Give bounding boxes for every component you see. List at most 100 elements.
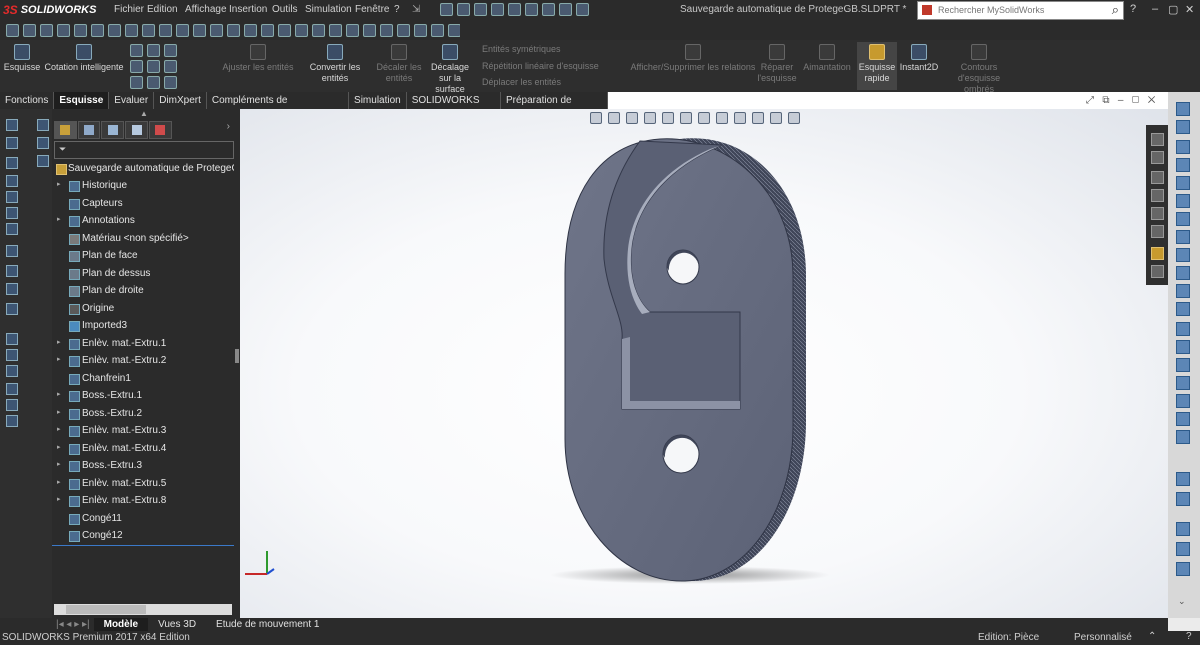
tree-item[interactable]: ▸ Enlèv. mat.-Extru.4 — [52, 441, 234, 458]
mirror-tool-icon[interactable] — [159, 24, 172, 37]
expand-arrow-icon[interactable]: ▸ — [57, 460, 61, 468]
search-icon[interactable]: ⌕ — [1112, 2, 1119, 18]
view-settings-icon[interactable] — [770, 112, 782, 124]
right-relations-icon[interactable] — [1176, 542, 1190, 556]
offset-entities-button[interactable]: Décaler les entités — [376, 42, 422, 84]
dynamic-annotation-icon[interactable] — [662, 112, 674, 124]
expand-arrow-icon[interactable]: ▸ — [57, 425, 61, 433]
rotate-entities-icon[interactable] — [346, 24, 359, 37]
tree-item[interactable]: ▸ Enlèv. mat.-Extru.8 — [52, 493, 234, 510]
assembly-strip-icon[interactable] — [6, 245, 18, 257]
tab-dimxpert[interactable]: DimXpert — [154, 92, 207, 109]
text-tool-icon[interactable] — [244, 24, 257, 37]
right-arc-icon[interactable] — [1176, 194, 1190, 208]
tab-dimxpert-manager[interactable] — [125, 121, 148, 139]
save-icon[interactable] — [474, 3, 487, 16]
tree-item[interactable]: Plan de droite — [52, 283, 234, 300]
convert-entities-button[interactable]: Convertir les entités — [296, 42, 374, 84]
tab-complements[interactable]: Compléments de SOLIDWORKS — [207, 92, 350, 123]
config-strip-icon[interactable] — [37, 155, 49, 167]
menu-fichier[interactable]: Fichier — [114, 4, 144, 15]
tab-evaluer[interactable]: Evaluer — [109, 92, 155, 109]
pattern-strip-icon[interactable] — [6, 207, 18, 219]
tree-item[interactable]: ▸ Boss.-Extru.3 — [52, 458, 234, 475]
right-slot-icon[interactable] — [1176, 158, 1190, 172]
right-line-icon[interactable] — [1176, 120, 1190, 134]
smart-dimension-button[interactable]: Cotation intelligente — [44, 42, 124, 73]
line-icon[interactable] — [130, 44, 143, 57]
tab-modele[interactable]: Modèle — [93, 618, 149, 631]
viewport-close-icon[interactable]: ✕ — [1148, 95, 1156, 106]
open-icon[interactable] — [457, 3, 470, 16]
sketch-strip-icon[interactable] — [6, 119, 18, 131]
tab-display-manager[interactable] — [148, 121, 172, 139]
scale-entities-icon[interactable] — [363, 24, 376, 37]
tabs-expand-icon[interactable]: › — [227, 121, 230, 139]
appearances-icon[interactable] — [1151, 225, 1164, 238]
shell-strip-icon[interactable] — [6, 191, 18, 203]
restore-button[interactable]: ▢ — [1168, 3, 1178, 16]
extrude-strip-icon[interactable] — [6, 175, 18, 187]
tree-item[interactable]: Capteurs — [52, 196, 234, 213]
tree-item[interactable]: Congé11 — [52, 511, 234, 528]
circle-tool-icon[interactable] — [74, 24, 87, 37]
apply-scene-icon[interactable] — [752, 112, 764, 124]
right-dimension-icon[interactable] — [1176, 522, 1190, 536]
graphics-area[interactable] — [240, 109, 1170, 618]
splitter-handle[interactable] — [235, 349, 239, 363]
expand-arrow-icon[interactable]: ▸ — [57, 338, 61, 346]
smart-dimension-icon[interactable] — [23, 24, 36, 37]
minimize-button[interactable]: – — [1152, 3, 1158, 15]
menu-edition[interactable]: Edition — [147, 4, 178, 15]
rebuild-icon[interactable] — [542, 3, 555, 16]
offset-tool-icon[interactable] — [193, 24, 206, 37]
right-polygon-icon[interactable] — [1176, 212, 1190, 226]
right-centerline-icon[interactable] — [1176, 340, 1190, 354]
dimension-strip-icon[interactable] — [6, 365, 18, 377]
line-strip-icon[interactable] — [6, 349, 18, 361]
expand-arrow-icon[interactable]: ▸ — [57, 215, 61, 223]
tree-item[interactable]: ▸ Enlèv. mat.-Extru.3 — [52, 423, 234, 440]
right-spline-icon[interactable] — [1176, 230, 1190, 244]
line-tool-icon[interactable] — [40, 24, 53, 37]
close-button[interactable]: ✕ — [1185, 3, 1194, 16]
measure-strip-icon[interactable] — [6, 283, 18, 295]
zoom-to-fit-icon[interactable] — [590, 112, 602, 124]
file-properties-icon[interactable] — [559, 3, 572, 16]
right-circle-icon[interactable] — [1176, 176, 1190, 190]
right-fillet-icon[interactable] — [1176, 266, 1190, 280]
display-pane-icon[interactable] — [788, 112, 800, 124]
tree-item[interactable]: ▸ Enlèv. mat.-Extru.2 — [52, 353, 234, 370]
units-dropdown[interactable]: Personnalisé — [1074, 632, 1132, 643]
sketch-tool-icon[interactable] — [6, 24, 19, 37]
print-icon[interactable] — [491, 3, 504, 16]
display-style-icon[interactable] — [698, 112, 710, 124]
tile-icon[interactable]: ⧉ — [1102, 95, 1109, 106]
panel-collapse-handle[interactable]: ▲ — [140, 109, 148, 118]
trim-entities-button[interactable]: Ajuster les entités — [222, 42, 294, 73]
right-trim-icon[interactable] — [1176, 376, 1190, 390]
tab-configuration-manager[interactable] — [101, 121, 125, 139]
tree-item[interactable]: Imported3 — [52, 318, 234, 335]
mate-strip-icon[interactable] — [6, 265, 18, 277]
right-text-icon[interactable] — [1176, 302, 1190, 316]
pin-icon[interactable]: ⇲ — [412, 4, 420, 15]
tree-filter-input[interactable]: ⏷ — [54, 141, 234, 159]
view-orientation-icon[interactable] — [680, 112, 692, 124]
custom-properties-icon[interactable] — [1151, 247, 1164, 260]
units-dropdown-chevron-icon[interactable]: ⌃ — [1148, 631, 1156, 642]
repair-icon[interactable] — [295, 24, 308, 37]
circle-icon[interactable] — [147, 44, 160, 57]
copy-entities-icon[interactable] — [380, 24, 393, 37]
viewport-minimize-icon[interactable]: – — [1118, 95, 1124, 106]
tree-item[interactable]: ▸ Enlèv. mat.-Extru.5 — [52, 476, 234, 493]
offset-on-surface-button[interactable]: Décalage sur la surface — [424, 42, 476, 95]
rapid-sketch-button[interactable]: Esquisse rapide — [857, 42, 897, 90]
mirror-entities-button[interactable]: Entités symétriques — [482, 44, 561, 54]
expand-arrow-icon[interactable]: ▸ — [57, 478, 61, 486]
polygon-icon[interactable] — [147, 60, 160, 73]
sketch-button[interactable]: Esquisse — [2, 42, 42, 73]
menu-help[interactable]: ? — [394, 4, 400, 15]
tree-item[interactable]: Chanfrein1 — [52, 371, 234, 388]
view-palette-icon[interactable] — [1151, 207, 1164, 220]
